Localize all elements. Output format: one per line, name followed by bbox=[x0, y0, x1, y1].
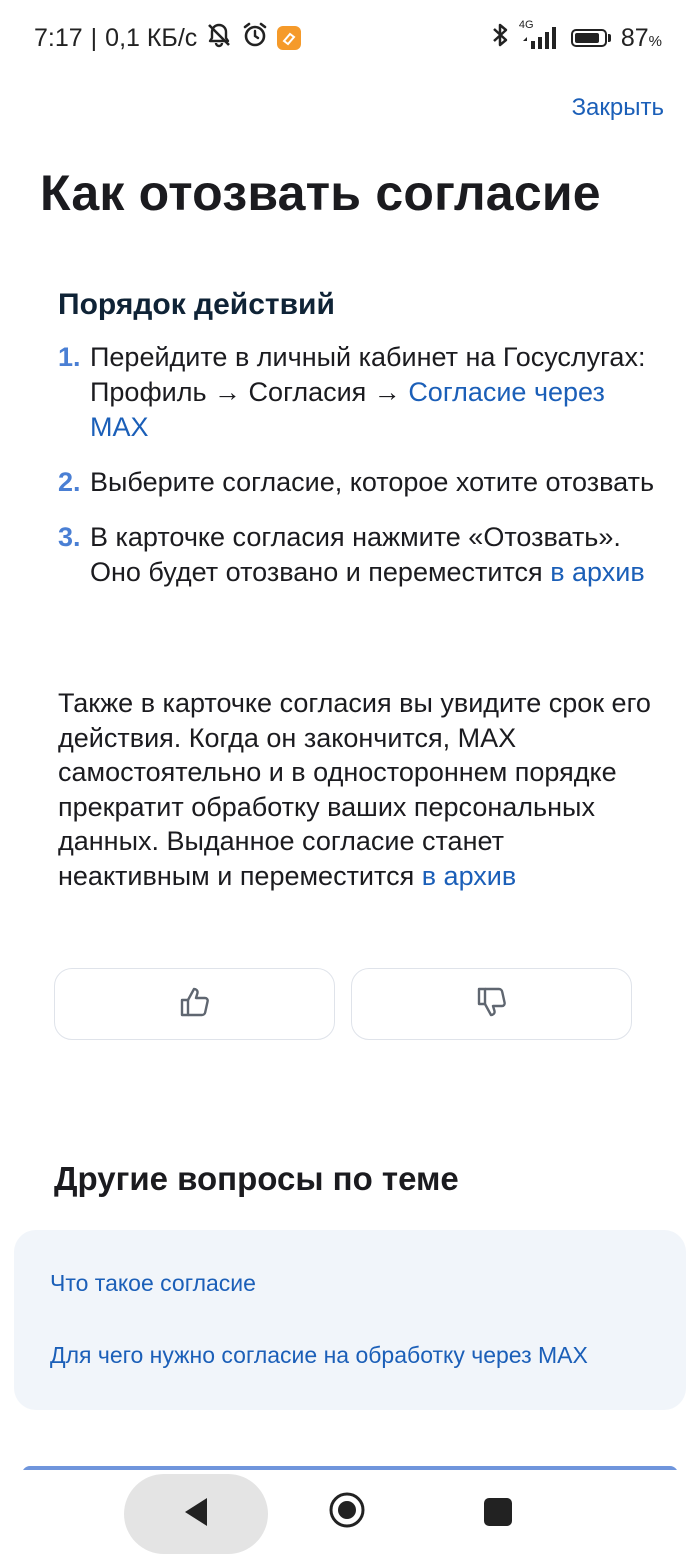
step-3: 3. В карточке согласия нажмите «Отозвать… bbox=[58, 520, 658, 590]
step-number: 3. bbox=[58, 522, 81, 552]
archive-link[interactable]: в архив bbox=[422, 861, 517, 891]
step-text: В карточке согласия нажмите «Отозвать». … bbox=[90, 522, 645, 587]
status-bar: 7:17 | 0,1 КБ/с 4G 87% bbox=[0, 0, 700, 76]
close-button[interactable]: Закрыть bbox=[572, 94, 664, 122]
battery-icon bbox=[570, 29, 611, 47]
thumbs-down-icon bbox=[474, 984, 510, 1025]
steps-list: 1. Перейдите в личный кабинет на Госуслу… bbox=[58, 340, 658, 610]
page-title: Как отозвать согласие bbox=[40, 165, 601, 221]
back-button[interactable] bbox=[124, 1474, 268, 1554]
battery-percent: 87% bbox=[620, 23, 662, 52]
status-separator: | bbox=[90, 23, 98, 52]
section-title: Порядок действий bbox=[58, 288, 335, 321]
mute-icon bbox=[205, 21, 233, 56]
step-text: Выберите согласие, которое хотите отозва… bbox=[90, 467, 655, 497]
recent-apps-icon[interactable] bbox=[484, 1498, 512, 1526]
dislike-button[interactable] bbox=[351, 968, 632, 1040]
back-icon bbox=[182, 1496, 210, 1533]
signal-icon: 4G bbox=[519, 19, 561, 51]
info-paragraph: Также в карточке согласия вы увидите сро… bbox=[58, 688, 651, 891]
related-link-why-consent-needed[interactable]: Для чего нужно согласие на обработку чер… bbox=[50, 1342, 588, 1369]
app-notification-icon bbox=[277, 26, 302, 50]
status-right: 4G 87% bbox=[489, 19, 662, 56]
home-button[interactable] bbox=[327, 1492, 367, 1532]
like-button[interactable] bbox=[54, 968, 335, 1040]
system-nav-bar bbox=[0, 1470, 700, 1556]
network-type: 4G bbox=[518, 19, 534, 31]
feedback-buttons bbox=[54, 968, 632, 1040]
related-questions-title: Другие вопросы по теме bbox=[54, 1160, 459, 1197]
alarm-icon bbox=[241, 21, 269, 56]
archive-link[interactable]: в архив bbox=[550, 557, 645, 587]
status-left: 7:17 | 0,1 КБ/с bbox=[34, 21, 302, 56]
step-1: 1. Перейдите в личный кабинет на Госуслу… bbox=[58, 340, 658, 445]
step-number: 1. bbox=[58, 342, 81, 372]
step-text: Перейдите в личный кабинет на Госуслугах… bbox=[90, 342, 646, 442]
related-link-what-is-consent[interactable]: Что такое согласие bbox=[50, 1270, 256, 1297]
status-time: 7:17 bbox=[34, 23, 83, 52]
related-questions-card: Что такое согласие Для чего нужно соглас… bbox=[14, 1230, 686, 1410]
status-speed: 0,1 КБ/с bbox=[105, 23, 198, 52]
home-icon bbox=[328, 1491, 366, 1534]
thumbs-up-icon bbox=[177, 984, 213, 1025]
step-2: 2. Выберите согласие, которое хотите ото… bbox=[58, 465, 658, 500]
step-number: 2. bbox=[58, 467, 81, 497]
bluetooth-icon bbox=[489, 21, 511, 56]
